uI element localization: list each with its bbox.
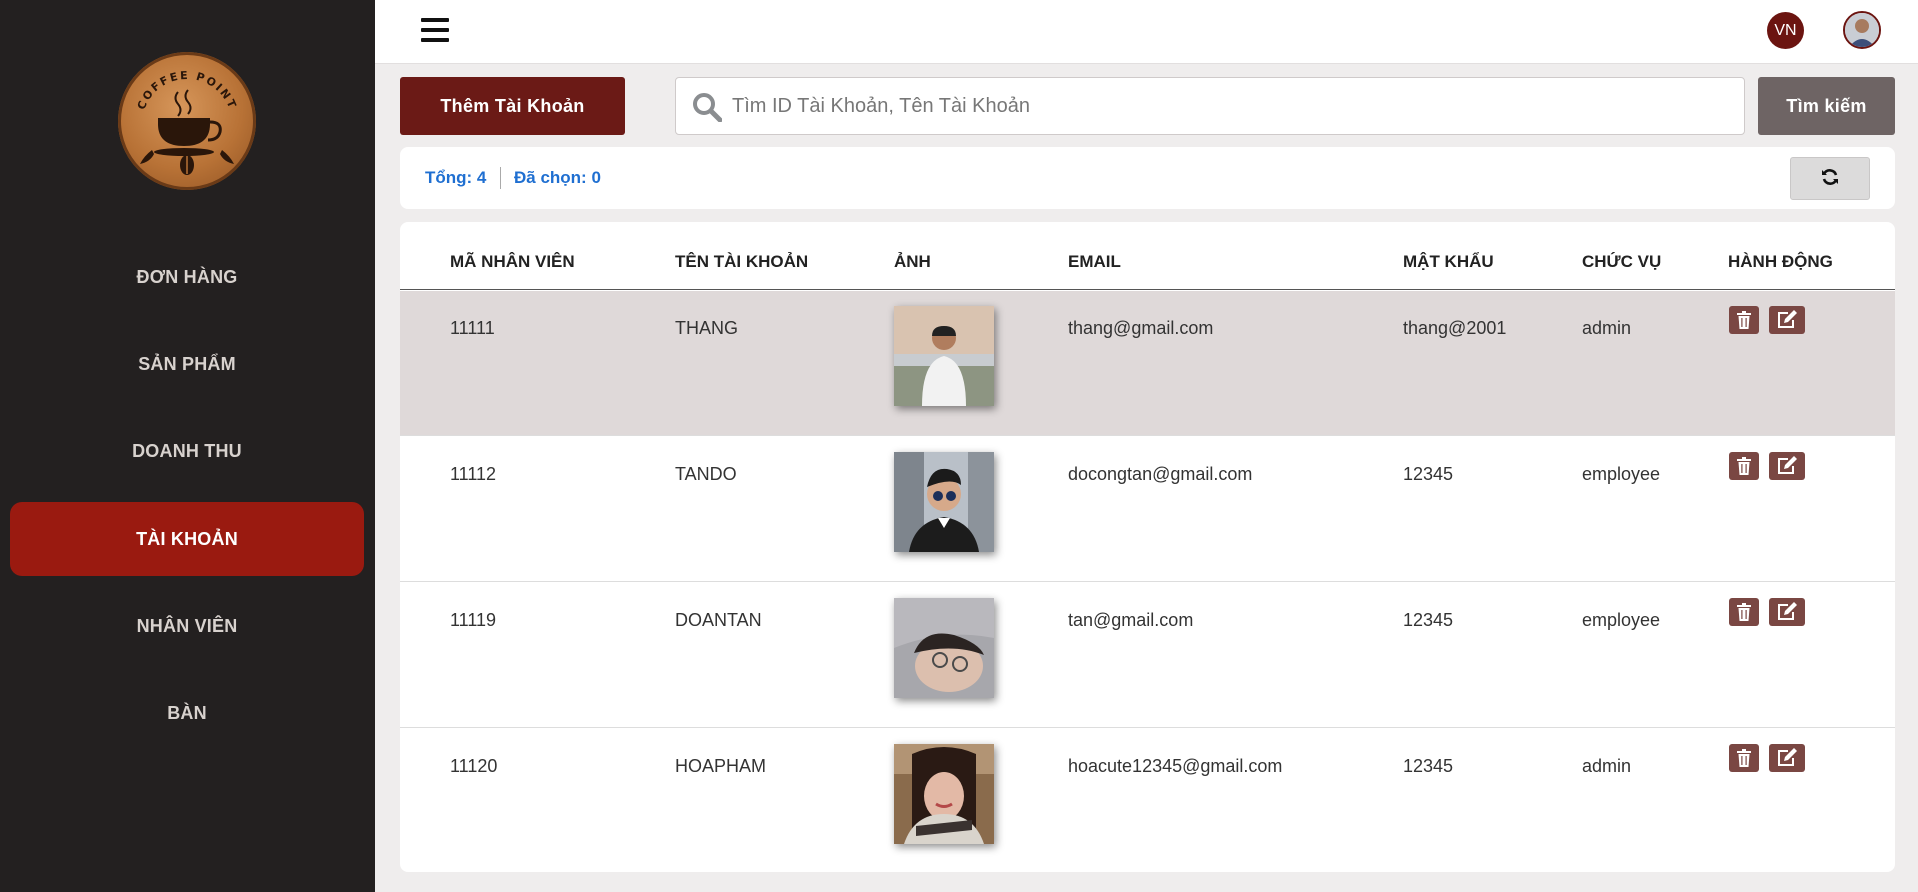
cell-username: TANDO [675, 464, 737, 484]
delete-button[interactable] [1729, 306, 1759, 334]
trash-icon [1737, 311, 1751, 329]
sidebar-item-label: TÀI KHOẢN [136, 528, 238, 549]
cell-email: thang@gmail.com [1068, 318, 1214, 338]
summary-divider [500, 167, 501, 189]
trash-icon [1737, 457, 1751, 475]
cell-password: 12345 [1403, 610, 1454, 630]
summary-bar: Tổng: 4 Đã chọn: 0 [400, 147, 1895, 209]
column-header: TÊN TÀI KHOẢN [675, 252, 809, 271]
search-icon [692, 92, 723, 127]
sidebar-item-products[interactable]: SẢN PHẨM [10, 327, 364, 401]
column-header: MẬT KHẨU [1403, 252, 1494, 271]
table-row[interactable]: 11119 DOANTAN tan@gmail.com 12345 employ… [400, 583, 1895, 728]
total-count: Tổng: 4 [425, 168, 487, 187]
delete-button[interactable] [1729, 744, 1759, 772]
column-header: HÀNH ĐỘNG [1728, 252, 1833, 271]
column-header: MÃ NHÂN VIÊN [450, 252, 575, 271]
hamburger-icon[interactable] [421, 18, 449, 42]
sidebar-item-revenue[interactable]: DOANH THU [10, 414, 364, 488]
table-row[interactable]: 11111 THANG thang@gmail.com thang@2001 a… [400, 291, 1895, 436]
cell-email: docongtan@gmail.com [1068, 464, 1253, 484]
cell-username: DOANTAN [675, 610, 762, 630]
edit-icon [1778, 602, 1797, 620]
delete-button[interactable] [1729, 598, 1759, 626]
cell-email: hoacute12345@gmail.com [1068, 756, 1283, 776]
sidebar: COFFEE POINT ĐƠN HÀNG SẢN PHẨM DOANH THU… [0, 0, 375, 892]
table-row[interactable]: 11120 HOAPHAM hoacute12345@gmail.com 123… [400, 729, 1895, 872]
refresh-button[interactable] [1790, 157, 1870, 200]
sidebar-item-label: DOANH THU [132, 440, 242, 461]
cell-role: admin [1582, 756, 1632, 776]
add-account-button[interactable]: Thêm Tài Khoản [400, 77, 625, 135]
sidebar-item-label: ĐƠN HÀNG [136, 266, 238, 287]
edit-icon [1778, 456, 1797, 474]
cell-username: THANG [675, 318, 738, 338]
sidebar-item-label: SẢN PHẨM [138, 353, 236, 374]
sidebar-item-tables[interactable]: BÀN [10, 676, 364, 750]
edit-button[interactable] [1769, 744, 1805, 772]
cell-id: 11111 [450, 318, 495, 338]
account-photo [894, 744, 994, 844]
user-avatar[interactable] [1843, 11, 1881, 49]
refresh-icon [1820, 167, 1840, 190]
account-photo [894, 452, 994, 552]
language-label: VN [1774, 21, 1797, 39]
cell-role: employee [1582, 464, 1661, 484]
delete-button[interactable] [1729, 452, 1759, 480]
cell-id: 11119 [450, 610, 497, 630]
selected-count: Đã chọn: 0 [514, 168, 601, 187]
cell-username: HOAPHAM [675, 756, 767, 776]
cell-password: 12345 [1403, 464, 1454, 484]
sidebar-item-label: NHÂN VIÊN [136, 615, 238, 636]
sidebar-item-accounts[interactable]: TÀI KHOẢN [10, 502, 364, 576]
sidebar-item-label: BÀN [167, 702, 207, 723]
edit-button[interactable] [1769, 452, 1805, 480]
edit-button[interactable] [1769, 598, 1805, 626]
account-photo [894, 598, 994, 698]
table-row[interactable]: 11112 TANDO docongtan@gmail.com 12345 em… [400, 437, 1895, 582]
search-box [675, 77, 1745, 135]
search-button[interactable]: Tìm kiếm [1758, 77, 1895, 135]
cell-password: thang@2001 [1403, 318, 1507, 338]
column-header: ẢNH [894, 252, 931, 271]
language-switch[interactable]: VN [1767, 12, 1804, 49]
coffee-point-logo[interactable]: COFFEE POINT [118, 52, 256, 190]
edit-button[interactable] [1769, 306, 1805, 334]
top-bar: VN [375, 0, 1918, 64]
cell-id: 11112 [450, 464, 497, 484]
cell-id: 11120 [450, 756, 498, 776]
column-header: CHỨC VỤ [1582, 252, 1662, 271]
edit-icon [1778, 310, 1797, 328]
table-header: MÃ NHÂN VIÊN TÊN TÀI KHOẢN ẢNH EMAIL MẬT… [400, 222, 1895, 290]
cell-email: tan@gmail.com [1068, 610, 1194, 630]
trash-icon [1737, 603, 1751, 621]
sidebar-item-staff[interactable]: NHÂN VIÊN [10, 589, 364, 663]
edit-icon [1778, 748, 1797, 766]
search-input[interactable] [732, 78, 1722, 134]
cell-role: admin [1582, 318, 1632, 338]
cell-role: employee [1582, 610, 1661, 630]
sidebar-item-orders[interactable]: ĐƠN HÀNG [10, 240, 364, 314]
accounts-table: MÃ NHÂN VIÊN TÊN TÀI KHOẢN ẢNH EMAIL MẬT… [400, 222, 1895, 872]
account-photo [894, 306, 994, 406]
cell-password: 12345 [1403, 756, 1454, 776]
trash-icon [1737, 749, 1751, 767]
column-header: EMAIL [1068, 252, 1121, 271]
